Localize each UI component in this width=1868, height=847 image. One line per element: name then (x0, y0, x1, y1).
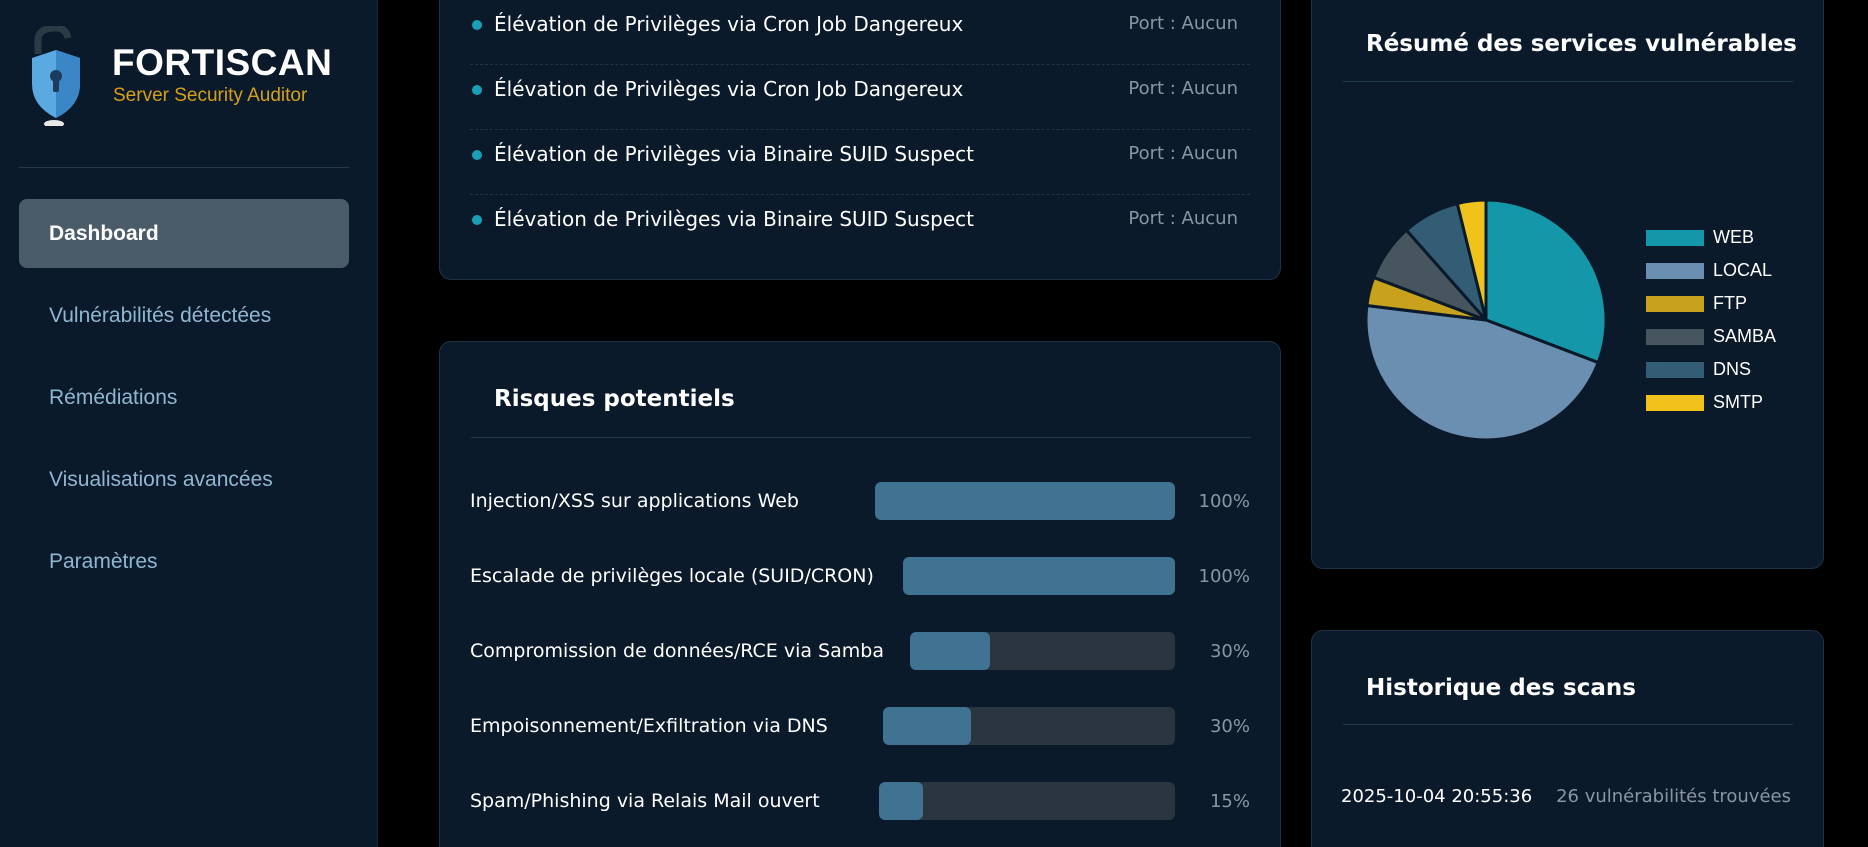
bullet-icon (472, 215, 482, 225)
sidebar-item-visualisations[interactable]: Visualisations avancées (19, 445, 349, 514)
services-divider (1343, 81, 1793, 82)
risk-progress-fill (883, 707, 971, 745)
sidebar-item-vulnerabilites[interactable]: Vulnérabilités détectées (19, 281, 349, 350)
risk-progress-fill (879, 782, 924, 820)
app-root: FORTISCAN Server Security Auditor Dashbo… (0, 0, 1868, 847)
risk-progress-bar (910, 632, 1175, 670)
legend-swatch (1646, 296, 1704, 312)
risk-label: Empoisonnement/Exfiltration via DNS (470, 715, 828, 737)
risk-row: Escalade de privilèges locale (SUID/CRON… (470, 557, 1250, 597)
bullet-icon (472, 85, 482, 95)
sidebar-item-remediations[interactable]: Rémédiations (19, 363, 349, 432)
legend-label: LOCAL (1713, 260, 1773, 280)
risk-progress-bar (875, 482, 1175, 520)
vulnerability-title: Élévation de Privilèges via Binaire SUID… (494, 207, 974, 231)
legend-swatch (1646, 230, 1704, 246)
risk-progress-bar (903, 557, 1175, 595)
services-title: Résumé des services vulnérables (1366, 31, 1797, 57)
risk-progress-bar (879, 782, 1175, 820)
legend-label: WEB (1713, 227, 1755, 247)
sidebar-divider (19, 167, 349, 168)
list-item[interactable]: Élévation de Privilèges via Cron Job Dan… (470, 65, 1250, 130)
brand-name: FORTISCAN (112, 42, 333, 83)
legend-label: SAMBA (1713, 326, 1777, 346)
risk-row: Compromission de données/RCE via Samba 3… (470, 632, 1250, 672)
legend-label: FTP (1713, 293, 1747, 313)
risk-label: Compromission de données/RCE via Samba (470, 640, 884, 662)
history-row[interactable]: 2025-10-04 20:55:36 26 vulnérabilités tr… (1341, 786, 1791, 816)
list-item[interactable]: Élévation de Privilèges via Binaire SUID… (470, 195, 1250, 260)
sidebar-item-parametres[interactable]: Paramètres (19, 527, 349, 596)
risk-percent: 100% (1198, 491, 1250, 512)
sidebar: FORTISCAN Server Security Auditor Dashbo… (0, 0, 378, 847)
legend-swatch (1646, 329, 1704, 345)
vulnerability-title: Élévation de Privilèges via Cron Job Dan… (494, 77, 964, 101)
risk-label: Escalade de privilèges locale (SUID/CRON… (470, 565, 874, 587)
legend-swatch (1646, 362, 1704, 378)
risk-percent: 100% (1198, 566, 1250, 587)
services-pie-chart (1364, 198, 1608, 442)
vulnerability-port: Port : Aucun (1128, 208, 1238, 229)
risk-progress-fill (910, 632, 990, 670)
risk-progress-fill (903, 557, 1175, 595)
legend-swatch (1646, 263, 1704, 279)
vulnerability-title: Élévation de Privilèges via Cron Job Dan… (494, 12, 964, 36)
vulnerability-port: Port : Aucun (1128, 78, 1238, 99)
risk-label: Spam/Phishing via Relais Mail ouvert (470, 790, 820, 812)
list-item[interactable]: Élévation de Privilèges via Cron Job Dan… (470, 0, 1250, 65)
vulnerability-port: Port : Aucun (1128, 143, 1238, 164)
sidebar-nav: Dashboard Vulnérabilités détectées Réméd… (19, 199, 349, 609)
vulnerability-title: Élévation de Privilèges via Binaire SUID… (494, 142, 974, 166)
shield-lock-logo-icon (32, 26, 80, 126)
risk-label: Injection/XSS sur applications Web (470, 490, 799, 512)
brand: FORTISCAN Server Security Auditor (26, 26, 350, 126)
risks-divider (471, 437, 1251, 438)
brand-subtitle: Server Security Auditor (113, 85, 308, 106)
bullet-icon (472, 150, 482, 160)
risk-row: Empoisonnement/Exfiltration via DNS 30% (470, 707, 1250, 747)
risks-title: Risques potentiels (494, 386, 735, 412)
list-item[interactable]: Élévation de Privilèges via Binaire SUID… (470, 130, 1250, 195)
bullet-icon (472, 20, 482, 30)
legend-label: SMTP (1713, 392, 1764, 412)
vulnerability-port: Port : Aucun (1128, 13, 1238, 34)
risk-row: Injection/XSS sur applications Web 100% (470, 482, 1250, 522)
legend-label: DNS (1713, 359, 1752, 379)
history-divider (1343, 724, 1793, 725)
risk-progress-bar (883, 707, 1175, 745)
sidebar-item-dashboard[interactable]: Dashboard (19, 199, 349, 268)
scan-count: 26 vulnérabilités trouvées (1556, 786, 1791, 807)
risk-row: Spam/Phishing via Relais Mail ouvert 15% (470, 782, 1250, 822)
risk-percent: 15% (1209, 791, 1250, 812)
legend-swatch (1646, 395, 1704, 411)
vulnerability-list: Élévation de Privilèges via Cron Job Dan… (470, 0, 1250, 260)
risk-percent: 30% (1209, 716, 1250, 737)
history-title: Historique des scans (1366, 675, 1636, 701)
risk-progress-fill (875, 482, 1175, 520)
risk-percent: 30% (1209, 641, 1250, 662)
scan-date: 2025-10-04 20:55:36 (1341, 786, 1533, 807)
